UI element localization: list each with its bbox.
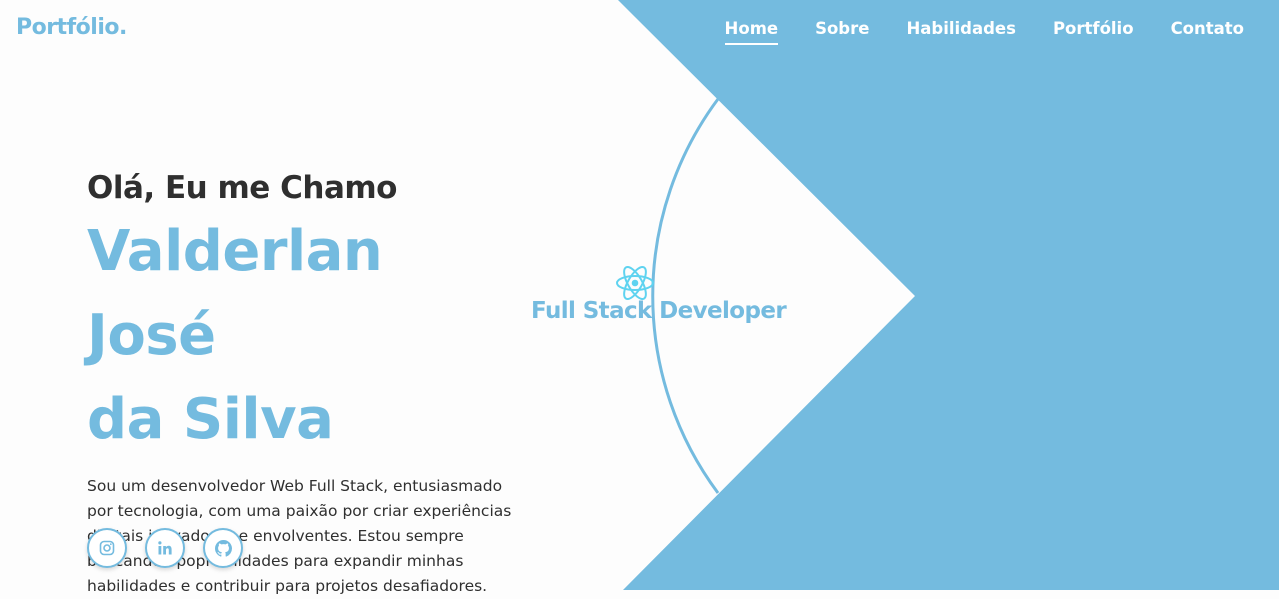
hero-name: Valderlan José da Silva <box>87 210 527 462</box>
social-links <box>87 528 243 568</box>
nav-habilidades[interactable]: Habilidades <box>906 19 1016 43</box>
greeting: Olá, Eu me Chamo <box>87 170 397 206</box>
nav-home[interactable]: Home <box>724 19 778 45</box>
logo[interactable]: Portfólio. <box>16 15 127 40</box>
instagram-button[interactable] <box>87 528 127 568</box>
nav-contato[interactable]: Contato <box>1171 19 1244 43</box>
decorative-arc <box>651 98 720 494</box>
hero-name-line2: da Silva <box>87 387 334 452</box>
react-icon <box>616 266 654 300</box>
nav-portfolio[interactable]: Portfólio <box>1053 19 1134 43</box>
main-nav: Home Sobre Habilidades Portfólio Contato <box>724 19 1244 45</box>
github-icon <box>214 539 232 557</box>
github-button[interactable] <box>203 528 243 568</box>
hero-name-line1: Valderlan José <box>87 219 383 368</box>
linkedin-icon <box>158 541 172 555</box>
instagram-icon <box>99 540 115 556</box>
role-label: Full Stack Developer <box>531 298 787 324</box>
linkedin-button[interactable] <box>145 528 185 568</box>
site-header: Portfólio. Home Sobre Habilidades Portfó… <box>0 0 1279 62</box>
nav-sobre[interactable]: Sobre <box>815 19 869 43</box>
